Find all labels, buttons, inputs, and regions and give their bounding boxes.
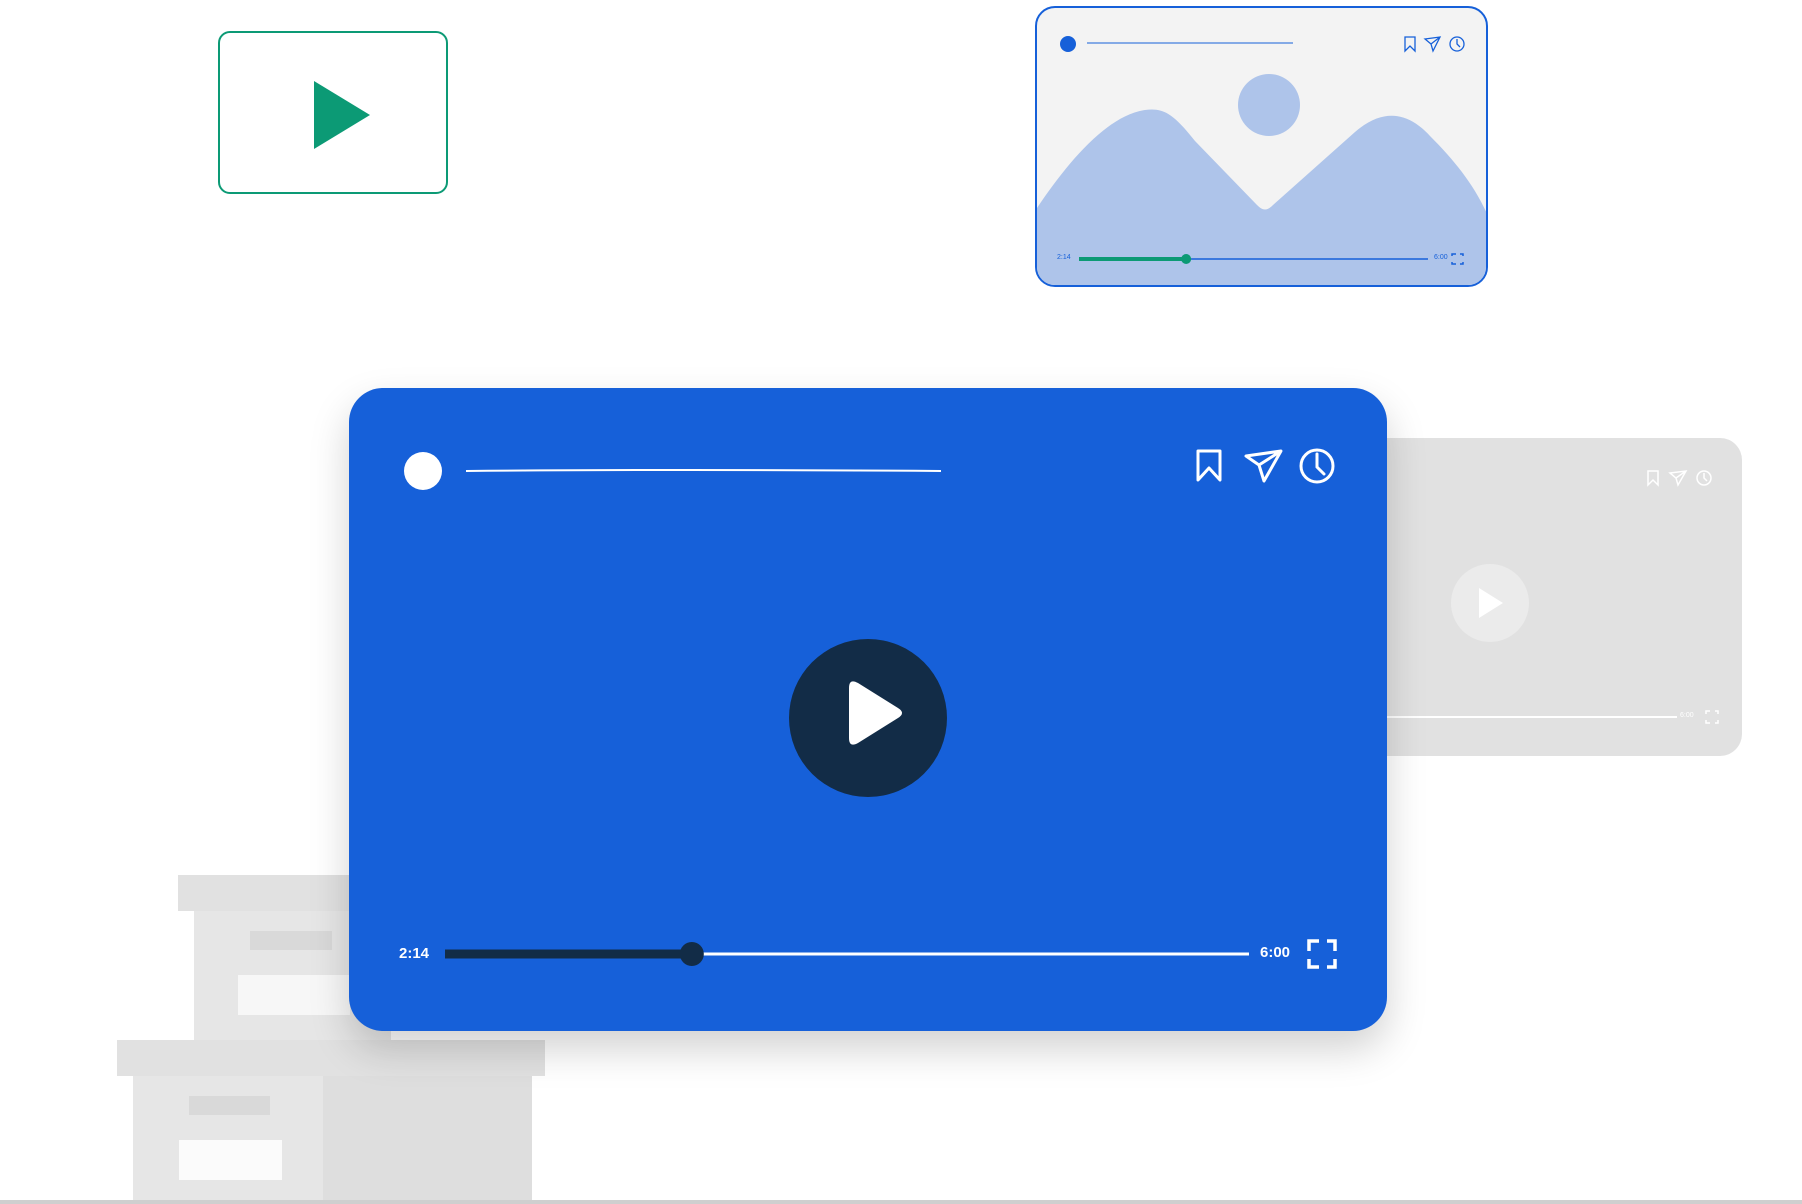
box-label [179,1140,282,1180]
clock-icon [1299,448,1335,484]
total-time: 6:00 [1260,944,1291,961]
total-time: 6:00 [1680,712,1694,719]
bookmark-icon [1647,470,1659,487]
send-icon [1423,36,1442,53]
play-button[interactable] [789,639,947,797]
box-side [323,1076,532,1204]
bookmark-icon [1196,449,1222,482]
current-time: 2:14 [1057,254,1071,261]
box-handle [250,931,332,950]
current-time: 2:14 [399,945,430,962]
ground-line [0,1200,1802,1204]
send-icon [1668,470,1688,487]
main-video-player[interactable]: 2:14 6:00 [349,388,1387,1031]
send-icon [1244,449,1283,483]
avatar-dot [404,452,442,490]
bookmark-icon [1404,36,1416,53]
box-body [133,1076,331,1204]
video-thumbnail-card[interactable] [218,31,448,194]
avatar-dot [1060,36,1076,52]
box-label [238,975,350,1015]
clock-icon [1696,470,1712,486]
box-lid [117,1040,545,1076]
box-handle [189,1096,270,1115]
sun-shape [1238,74,1300,136]
clock-icon [1449,36,1465,52]
fullscreen-icon [1307,939,1337,969]
fullscreen-icon [1705,710,1719,724]
progress-knob [1181,254,1192,264]
title-line [465,469,942,472]
progress-knob [679,942,704,966]
total-time: 6:00 [1434,254,1448,261]
play-icon [314,81,370,149]
image-player-card[interactable]: 2:14 6:00 [1035,6,1488,287]
